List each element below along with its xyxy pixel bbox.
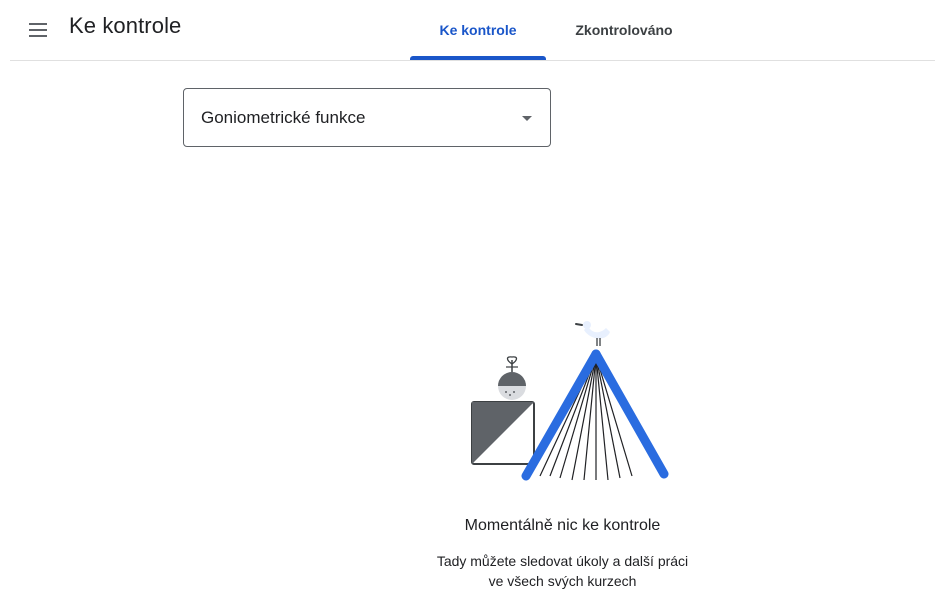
bird-shape [575, 321, 610, 346]
empty-state-illustration [471, 321, 669, 481]
tab-to-review[interactable]: Ke kontrole [410, 0, 546, 60]
course-filter-value: Goniometrické funkce [201, 107, 366, 127]
sprout-ball-shape [498, 356, 526, 400]
empty-state-description: Tady můžete sledovat úkoly a další práci… [370, 551, 755, 591]
tab-reviewed[interactable]: Zkontrolováno [556, 0, 692, 60]
empty-state-title: Momentálně nic ke kontrole [464, 517, 661, 534]
course-filter-select[interactable]: Goniometrické funkce [183, 88, 551, 147]
empty-state-description-line1: Tady můžete sledovat úkoly a další práci [436, 553, 689, 569]
block-shape [471, 401, 535, 465]
page-title: Ke kontrole [69, 13, 182, 38]
hamburger-menu-icon [29, 23, 47, 37]
main-menu-button[interactable] [24, 16, 52, 44]
dropdown-arrow-icon [522, 116, 532, 121]
header-divider [10, 60, 935, 61]
empty-state-description-line2: ve všech svých kurzech [488, 573, 637, 589]
top-app-bar: Ke kontrole Ke kontrole Zkontrolováno [0, 0, 935, 60]
